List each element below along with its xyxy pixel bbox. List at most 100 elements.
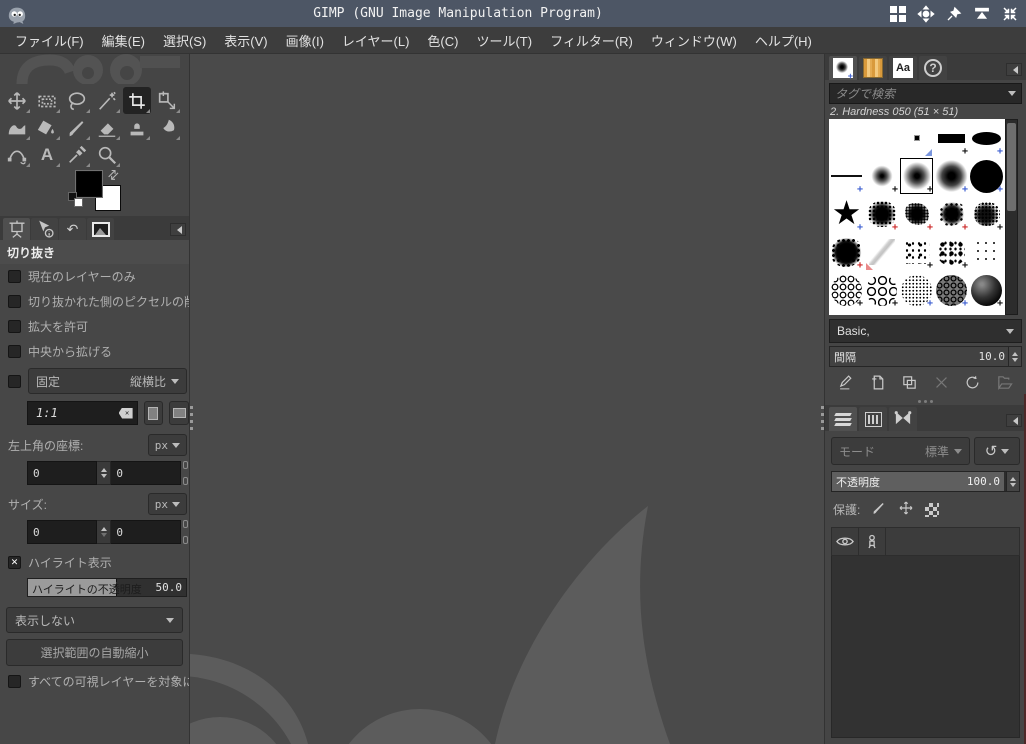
auto-shrink-button[interactable]: 選択範囲の自動縮小: [6, 639, 183, 666]
brush-item-1[interactable]: [829, 119, 864, 157]
size-width-input[interactable]: [33, 525, 91, 539]
checkbox[interactable]: [8, 270, 21, 283]
brush-item-24[interactable]: [934, 271, 969, 309]
brush-item-22[interactable]: [864, 271, 899, 309]
move-window-icon[interactable]: [916, 4, 936, 24]
clear-icon[interactable]: [118, 407, 133, 419]
chevron-down-icon[interactable]: [1008, 91, 1016, 100]
tab-brushes[interactable]: [829, 56, 857, 81]
option-expand-from-center[interactable]: 中央から拡げる: [0, 339, 189, 364]
position-x-field[interactable]: [27, 461, 97, 485]
duplicate-brush-button[interactable]: [897, 370, 923, 394]
menu-file[interactable]: ファイル(F): [6, 27, 93, 54]
position-spinner[interactable]: [96, 461, 112, 485]
left-splitter-grip[interactable]: [190, 406, 193, 430]
brush-item-30[interactable]: [969, 309, 1004, 315]
size-height-field[interactable]: [111, 520, 182, 544]
shade-window-icon[interactable]: [972, 4, 992, 24]
menu-filters[interactable]: フィルター(R): [541, 27, 642, 54]
position-y-input[interactable]: [116, 466, 176, 480]
eraser-tool-button[interactable]: [93, 114, 121, 141]
fixed-dropdown[interactable]: 固定 縦横比: [28, 368, 187, 394]
transform-tool-button[interactable]: [153, 87, 181, 114]
paintbrush-tool-button[interactable]: [63, 114, 91, 141]
link-column-toggle[interactable]: [859, 528, 886, 555]
menu-layer[interactable]: レイヤー(L): [333, 27, 419, 54]
brush-item-6[interactable]: [829, 157, 864, 195]
spacing-spinner[interactable]: [1008, 347, 1021, 366]
option-current-layer-only[interactable]: 現在のレイヤーのみ: [0, 264, 189, 289]
brush-item-27[interactable]: [864, 309, 899, 315]
crop-tool-button[interactable]: [123, 87, 151, 114]
size-spinner[interactable]: [96, 520, 112, 544]
lock-position-icon[interactable]: [898, 500, 914, 519]
brush-item-8[interactable]: [899, 157, 934, 195]
layer-list[interactable]: [831, 556, 1020, 738]
option-shrink-merged[interactable]: すべての可視レイヤーを対象にする: [0, 669, 189, 694]
move-tool-button[interactable]: [3, 87, 31, 114]
menu-help[interactable]: ヘルプ(H): [746, 27, 821, 54]
brush-search-input[interactable]: [835, 86, 1008, 101]
brush-item-9[interactable]: [934, 157, 969, 195]
edit-brush-button[interactable]: [834, 370, 860, 394]
brush-item-17[interactable]: [864, 233, 899, 271]
layer-mode-reset-button[interactable]: ↺: [974, 437, 1020, 465]
open-brush-as-image-button[interactable]: [991, 370, 1017, 394]
new-brush-button[interactable]: [865, 370, 891, 394]
layer-opacity-slider[interactable]: 不透明度 100.0: [831, 471, 1020, 492]
brushes-dock-collapse-button[interactable]: [1006, 63, 1022, 76]
bucket-fill-tool-button[interactable]: [33, 114, 61, 141]
layer-mode-dropdown[interactable]: モード 標準: [831, 437, 970, 465]
brush-item-29[interactable]: [934, 309, 969, 315]
menu-view[interactable]: 表示(V): [215, 27, 276, 54]
menu-image[interactable]: 画像(I): [277, 27, 333, 54]
brush-item-14[interactable]: [934, 195, 969, 233]
left-dock-collapse-button[interactable]: [170, 223, 186, 236]
chain-icon[interactable]: [182, 461, 189, 485]
brush-group-dropdown[interactable]: Basic,: [829, 319, 1022, 343]
restore-window-icon[interactable]: [1000, 4, 1020, 24]
menu-select[interactable]: 選択(S): [154, 27, 215, 54]
brush-item-2[interactable]: [864, 119, 899, 157]
aspect-ratio-entry[interactable]: [27, 401, 138, 425]
canvas-area[interactable]: [190, 54, 824, 744]
checkbox[interactable]: [8, 675, 21, 688]
brush-item-19[interactable]: [934, 233, 969, 271]
portrait-orientation-button[interactable]: [143, 401, 164, 425]
pin-icon[interactable]: [944, 4, 964, 24]
layers-dock-collapse-button[interactable]: [1006, 414, 1022, 427]
brush-item-4[interactable]: [934, 119, 969, 157]
aspect-ratio-input[interactable]: [36, 406, 116, 420]
size-height-input[interactable]: [116, 525, 176, 539]
color-picker-tool-button[interactable]: [63, 141, 91, 168]
zoom-tool-button[interactable]: [93, 141, 121, 168]
brush-item-16[interactable]: [829, 233, 864, 271]
tab-layers[interactable]: [829, 407, 857, 431]
fuzzy-select-tool-button[interactable]: [93, 87, 121, 114]
smudge-tool-button[interactable]: [153, 114, 181, 141]
checkbox[interactable]: [8, 295, 21, 308]
brush-item-11[interactable]: [829, 195, 864, 233]
visibility-column-toggle[interactable]: [832, 528, 859, 555]
size-unit-dropdown[interactable]: px: [147, 493, 187, 515]
paths-tool-button[interactable]: [3, 141, 31, 168]
menu-windows[interactable]: ウィンドウ(W): [642, 27, 746, 54]
brush-item-23[interactable]: [899, 271, 934, 309]
default-colors-icon[interactable]: [68, 192, 83, 207]
lock-alpha-icon[interactable]: [925, 502, 940, 517]
tab-fonts[interactable]: Aa: [889, 56, 917, 80]
landscape-orientation-button[interactable]: [169, 401, 189, 425]
dock-separator-handle[interactable]: [825, 397, 1026, 405]
checkbox[interactable]: [8, 345, 21, 358]
brush-item-18[interactable]: [899, 233, 934, 271]
free-select-tool-button[interactable]: [63, 87, 91, 114]
menu-edit[interactable]: 編集(E): [93, 27, 154, 54]
brush-item-3[interactable]: [899, 119, 934, 157]
brush-item-7[interactable]: [864, 157, 899, 195]
brush-item-21[interactable]: [829, 271, 864, 309]
position-x-input[interactable]: [33, 466, 91, 480]
brush-item-12[interactable]: [864, 195, 899, 233]
guides-dropdown[interactable]: 表示しない: [6, 607, 183, 633]
menu-colors[interactable]: 色(C): [418, 27, 467, 54]
checkbox[interactable]: [8, 320, 21, 333]
